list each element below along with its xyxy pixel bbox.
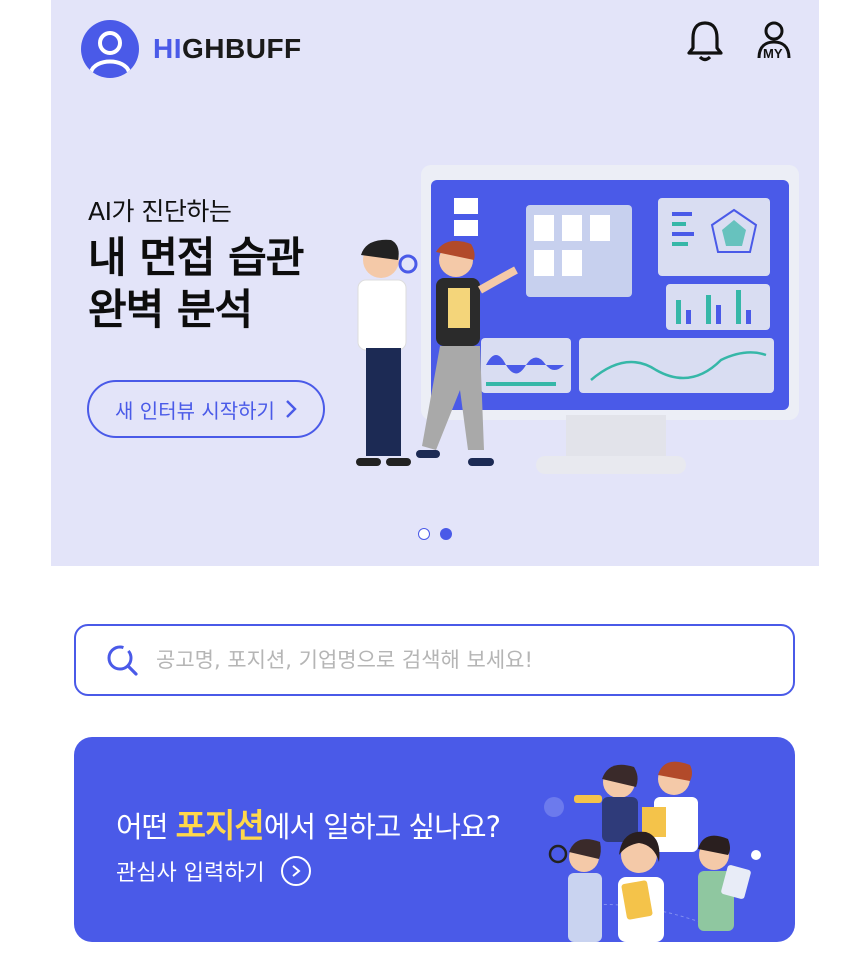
hero-title-line-2: 완벽 분석 [88, 285, 253, 334]
circle-arrow-right-icon [280, 856, 311, 886]
carousel-dot-1[interactable] [418, 528, 430, 540]
enter-interests-link[interactable]: 관심사 입력하기 [116, 855, 311, 887]
search-icon [107, 645, 138, 676]
start-interview-label: 새 인터뷰 시작하기 [115, 398, 275, 423]
hero-title-line-1: 내 면접 습관 [88, 233, 304, 282]
interview-analysis-illustration [356, 165, 799, 474]
chevron-right-icon [286, 400, 297, 418]
start-interview-button[interactable]: 새 인터뷰 시작하기 [87, 380, 325, 438]
hero-title: 내 면접 습관 완벽 분석 [88, 232, 304, 336]
my-label: MY [763, 46, 783, 61]
logo[interactable]: HIGHBUFF [81, 20, 302, 78]
logo-user-icon [81, 20, 139, 78]
brand-name: HIGHBUFF [153, 33, 302, 64]
search-bar[interactable] [74, 624, 795, 696]
search-input[interactable] [154, 647, 758, 673]
carousel-dot-2[interactable] [440, 528, 452, 540]
people-illustration [544, 761, 761, 942]
promo-title: 어떤 포지션에서 일하고 싶나요? [116, 806, 501, 845]
bell-icon[interactable] [685, 18, 725, 64]
carousel-pagination [418, 528, 452, 540]
hero-subtitle: AI가 진단하는 [88, 197, 232, 226]
hero-banner: HIGHBUFF MY AI가 진단하는 내 면접 습관 완벽 분석 새 인터뷰… [51, 0, 819, 566]
my-page-icon[interactable]: MY [754, 18, 794, 64]
enter-interests-label: 관심사 입력하기 [116, 861, 265, 886]
position-promo-banner[interactable]: 어떤 포지션에서 일하고 싶나요? 관심사 입력하기 [74, 737, 795, 942]
promo-title-highlight: 포지션 [175, 806, 265, 845]
